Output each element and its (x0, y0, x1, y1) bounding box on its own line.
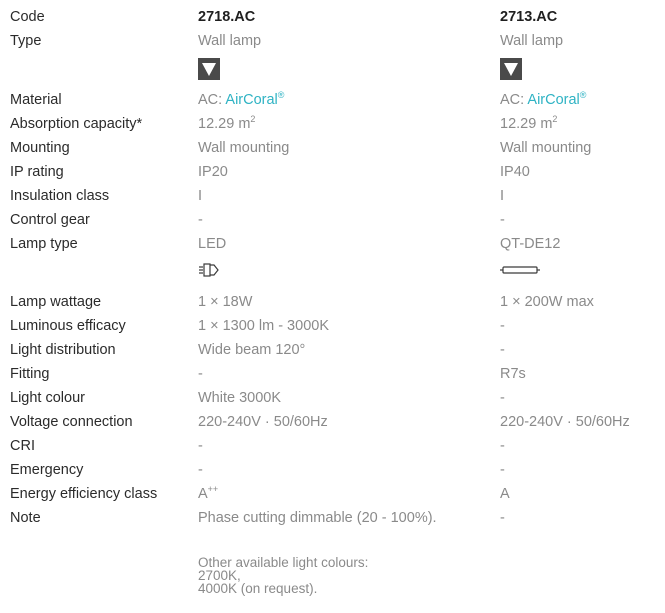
material-prefix: AC: (198, 92, 226, 108)
wattage-value-1: 1 × 18W (198, 294, 253, 310)
absorption-number: 12.29 m (500, 116, 553, 132)
cri-value-2: - (500, 438, 505, 454)
row-label: Code (10, 9, 45, 25)
row-label: Note (10, 510, 41, 526)
material-brand: AirCoral (527, 92, 580, 108)
colour-value-1: White 3000K (198, 390, 282, 406)
registered-mark: ® (579, 90, 587, 101)
row-lamp-wattage: Lamp wattage 1 × 18W 1 × 200W max (10, 294, 660, 318)
insulation-value-1: I (198, 188, 203, 204)
row-note: Note Phase cutting dimmable (20 - 100%).… (10, 510, 660, 534)
row-label: Light distribution (10, 342, 116, 358)
emergency-value-1: - (198, 462, 203, 478)
row-label: Fitting (10, 366, 50, 382)
fitting-value-2: R7s (500, 366, 526, 382)
efficacy-value-1: 1 × 1300 lm - 3000K (198, 318, 329, 334)
row-code: Code 2718.AC 2713.AC (10, 9, 660, 33)
led-module-icon (199, 263, 219, 277)
material-brand: AirCoral (225, 92, 278, 108)
mounting-value-2: Wall mounting (500, 140, 592, 156)
row-luminous-efficacy: Luminous efficacy 1 × 1300 lm - 3000K - (10, 318, 660, 342)
absorption-number: 12.29 m (198, 116, 251, 132)
absorption-value-2: 12.29 m2 (500, 114, 558, 132)
row-label: Lamp wattage (10, 294, 102, 310)
row-light-colour: Light colour White 3000K - (10, 390, 660, 414)
row-note-extra: Other available light colours: 2700K, 40… (10, 556, 660, 612)
row-ip-rating: IP rating IP20 IP40 (10, 164, 660, 188)
energy-letter: A (198, 486, 208, 502)
material-value-2: AC: AirCoral® (500, 90, 587, 108)
product-code-1: 2718.AC (198, 9, 256, 25)
voltage-value-1: 220-240V · 50/60Hz (198, 414, 328, 430)
product-type-2: Wall lamp (500, 33, 564, 49)
colour-value-2: - (500, 390, 505, 406)
row-absorption: Absorption capacity* 12.29 m2 12.29 m2 (10, 114, 660, 140)
row-voltage: Voltage connection 220-240V · 50/60Hz 22… (10, 414, 660, 438)
registered-mark: ® (277, 90, 285, 101)
row-label: Emergency (10, 462, 84, 478)
row-label: Type (10, 33, 42, 49)
row-lamp-type: Lamp type LED QT-DE12 (10, 236, 660, 260)
row-label: Energy efficiency class (10, 486, 158, 502)
fitting-value-1: - (198, 366, 203, 382)
row-energy-class: Energy efficiency class A++ A (10, 484, 660, 510)
note-value-2: - (500, 510, 505, 526)
row-label: CRI (10, 438, 35, 454)
row-cri: CRI - - (10, 438, 660, 462)
row-label: Material (10, 92, 62, 108)
efficacy-value-2: - (500, 318, 505, 334)
lamp-type-value-2: QT-DE12 (500, 236, 561, 252)
row-label: Voltage connection (10, 414, 133, 430)
ip-value-2: IP40 (500, 164, 530, 180)
mounting-value-1: Wall mounting (198, 140, 290, 156)
cri-value-1: - (198, 438, 203, 454)
row-label: Light colour (10, 390, 85, 406)
row-emergency: Emergency - - (10, 462, 660, 486)
row-label: Insulation class (10, 188, 110, 204)
energy-value-2: A (500, 486, 510, 502)
control-gear-value-1: - (198, 212, 203, 228)
row-type: Type Wall lamp Wall lamp (10, 33, 660, 57)
row-insulation: Insulation class I I (10, 188, 660, 212)
row-label: Absorption capacity* (10, 116, 143, 132)
insulation-value-2: I (500, 188, 505, 204)
product-code-2: 2713.AC (500, 9, 558, 25)
row-fitting: Fitting - R7s (10, 366, 660, 390)
energy-value-1: A++ (198, 484, 219, 502)
row-label: Lamp type (10, 236, 78, 252)
downward-triangle-icon (500, 58, 522, 80)
linear-tube-lamp-icon (500, 266, 540, 274)
row-lamp-icons (10, 260, 660, 284)
row-label: Mounting (10, 140, 70, 156)
downward-triangle-icon (198, 58, 220, 80)
emergency-value-2: - (500, 462, 505, 478)
row-label: IP rating (10, 164, 64, 180)
lamp-type-value-1: LED (198, 236, 227, 252)
absorption-value-1: 12.29 m2 (198, 114, 256, 132)
row-light-distribution: Light distribution Wide beam 120° - (10, 342, 660, 366)
wattage-value-2: 1 × 200W max (500, 294, 594, 310)
material-prefix: AC: (500, 92, 528, 108)
energy-plus: ++ (207, 484, 219, 495)
row-label: Control gear (10, 212, 90, 228)
voltage-value-2: 220-240V · 50/60Hz (500, 414, 630, 430)
row-mounting: Mounting Wall mounting Wall mounting (10, 140, 660, 164)
note-value-1: Phase cutting dimmable (20 - 100%). (198, 510, 437, 526)
row-label: Luminous efficacy (10, 318, 126, 334)
control-gear-value-2: - (500, 212, 505, 228)
row-control-gear: Control gear - - (10, 212, 660, 236)
distribution-value-2: - (500, 342, 505, 358)
note-extra-text: Other available light colours: 2700K, 40… (198, 555, 369, 596)
distribution-value-1: Wide beam 120° (198, 342, 306, 358)
row-shape-icons (10, 58, 660, 82)
product-type-1: Wall lamp (198, 33, 262, 49)
ip-value-1: IP20 (198, 164, 228, 180)
material-value-1: AC: AirCoral® (198, 90, 285, 108)
row-material: Material AC: AirCoral® AC: AirCoral® (10, 90, 660, 116)
exponent: 2 (552, 114, 558, 125)
exponent: 2 (250, 114, 256, 125)
